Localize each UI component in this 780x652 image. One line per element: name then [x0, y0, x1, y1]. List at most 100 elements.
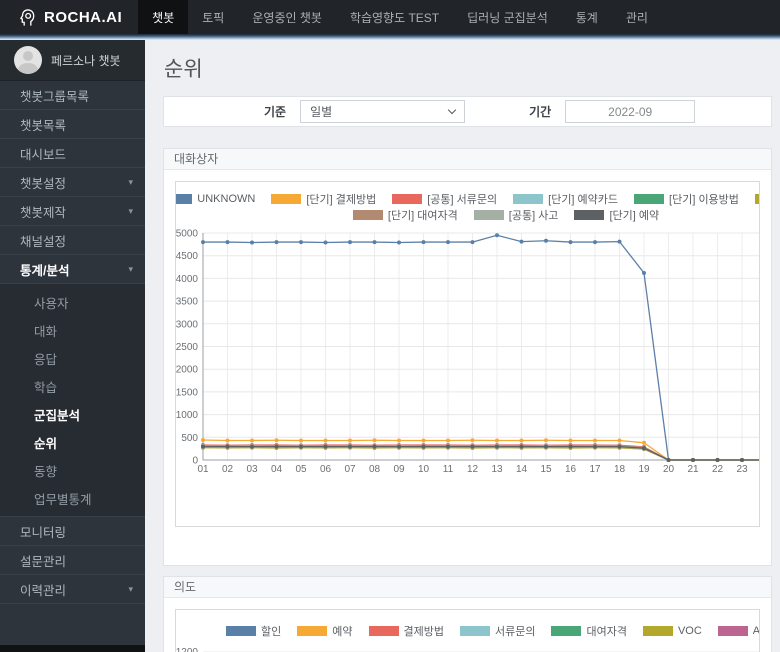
svg-text:19: 19 — [638, 464, 650, 475]
legend-item[interactable]: UNKNOWN — [176, 193, 255, 205]
sidebar-subitem[interactable]: 동향 — [0, 456, 145, 484]
brand-name: ROCHA.AI — [44, 8, 123, 26]
svg-text:1500: 1500 — [176, 387, 198, 398]
nav-menu-item[interactable]: 운영중인 챗봇 — [238, 0, 336, 34]
legend-item[interactable]: 서류문의 — [459, 623, 535, 639]
basis-select[interactable]: 일별 — [300, 100, 466, 123]
legend-swatch — [513, 194, 544, 204]
svg-text:14: 14 — [516, 464, 528, 475]
legend-item[interactable]: VOC — [642, 625, 702, 637]
legend-swatch — [368, 626, 399, 636]
nav-menu-item[interactable]: 챗봇 — [138, 0, 189, 34]
legend-item[interactable]: 결제방법 — [368, 623, 444, 639]
sidebar-menu-top: 챗봇그룹목록 ▾ 챗봇목록 ▾ 대시보드 ▾ 챗봇설정 ▾ 챗봇제작 ▾ — [0, 81, 145, 284]
sidebar-item[interactable]: 챗봇목록 ▾ — [0, 110, 145, 139]
legend-item[interactable]: [단기] 이용방법 — [634, 191, 739, 207]
nav-menu-item[interactable]: 통계 — [562, 0, 612, 34]
chevron-down-icon: ▾ — [128, 176, 133, 187]
legend-swatch — [176, 194, 193, 204]
sidebar-subitem[interactable]: 업무별통계 — [0, 484, 145, 512]
nav-menu-item[interactable]: 토픽 — [188, 0, 238, 34]
svg-text:3000: 3000 — [176, 319, 198, 330]
legend-item[interactable]: [단기] 결제방법 — [271, 191, 376, 207]
basis-label: 기준 — [264, 105, 287, 119]
period-label: 기간 — [529, 105, 552, 119]
period-input[interactable] — [565, 100, 696, 123]
chevron-down-icon: ▾ — [128, 583, 133, 594]
svg-text:02: 02 — [222, 464, 234, 475]
intent-panel-title: 의도 — [164, 577, 771, 598]
page-title: 순위 — [164, 58, 203, 81]
svg-text:4500: 4500 — [176, 251, 198, 262]
brand-logo[interactable]: ROCHA.AI — [0, 0, 138, 34]
sidebar-item[interactable]: 설문관리 ▾ — [0, 546, 145, 575]
top-navbar: ROCHA.AI 챗봇 토픽 운영중인 챗봇 학습영향도 TEST 딥러닝 군집… — [0, 0, 780, 34]
svg-text:5000: 5000 — [176, 229, 198, 240]
svg-text:06: 06 — [320, 464, 332, 475]
sidebar-item[interactable]: 챗봇그룹목록 ▾ — [0, 81, 145, 110]
chat-partner-panel: 대화상자 UNKNOWN [단기] 결제방법 [공통] 서류문의 [단기] 예약카드[… — [163, 148, 772, 566]
legend-swatch — [352, 210, 383, 220]
sidebar-footer-bar — [0, 645, 145, 652]
nav-menu-item[interactable]: 관리 — [612, 0, 662, 34]
nav-menu-item[interactable]: 학습영향도 TEST — [336, 0, 453, 34]
svg-text:13: 13 — [491, 464, 503, 475]
svg-text:18: 18 — [614, 464, 626, 475]
sidebar-item[interactable]: 챗봇제작 ▾ — [0, 197, 145, 226]
nav-menu: 챗봇 토픽 운영중인 챗봇 학습영향도 TEST 딥러닝 군집분석 통계 관리 — [138, 0, 662, 34]
legend-swatch — [226, 626, 256, 636]
legend-swatch — [392, 194, 423, 204]
legend-swatch — [297, 626, 328, 636]
sidebar-subitem[interactable]: 순위 — [0, 428, 145, 456]
sidebar-subitem[interactable]: 사용자 — [0, 288, 145, 316]
chart-legend: UNKNOWN [단기] 결제방법 [공통] 서류문의 [단기] 예약카드 [단기] 이… — [176, 191, 759, 223]
sidebar-item[interactable]: 대시보드 ▾ — [0, 139, 145, 168]
legend-item[interactable]: [단기] 대여자격 — [352, 207, 458, 223]
legend-swatch — [754, 194, 759, 204]
legend-swatch — [574, 210, 605, 220]
chevron-down-icon — [447, 105, 457, 115]
sidebar-item[interactable]: 채널설정 ▾ — [0, 226, 145, 255]
legend-swatch — [642, 626, 673, 636]
sidebar-item[interactable]: 이력관리 ▾ — [0, 575, 145, 604]
filter-bar: 기준 일별 기간 — [163, 96, 772, 127]
chevron-down-icon: ▾ — [128, 205, 133, 216]
sidebar-subitem[interactable]: 군집분석 — [0, 400, 145, 428]
svg-text:4000: 4000 — [176, 274, 198, 285]
legend-item[interactable]: AS — [717, 625, 759, 637]
chevron-down-icon: ▾ — [128, 263, 133, 274]
legend-item[interactable]: [단기] 예약카드 — [513, 191, 618, 207]
svg-text:10: 10 — [418, 464, 430, 475]
svg-text:17: 17 — [589, 464, 601, 475]
sidebar-subitem[interactable]: 대화 — [0, 316, 145, 344]
sidebar-subitem[interactable]: 학습 — [0, 372, 145, 400]
intent-chart: 할인 예약 결제방법 서류문의 대여자격 VOC A — [175, 609, 760, 652]
svg-text:01: 01 — [197, 464, 209, 475]
sidebar-item[interactable]: 모니터링 ▾ — [0, 517, 145, 546]
legend-item[interactable]: [공통] 사고 — [473, 207, 558, 223]
sidebar-item[interactable]: 챗봇설정 ▾ — [0, 168, 145, 197]
sidebar-subitem[interactable]: 응답 — [0, 344, 145, 372]
legend-swatch — [459, 626, 490, 636]
svg-text:21: 21 — [687, 464, 699, 475]
svg-text:16: 16 — [565, 464, 577, 475]
legend-swatch — [271, 194, 302, 204]
legend-item[interactable]: 할인 — [226, 623, 281, 639]
svg-text:1200: 1200 — [176, 647, 198, 652]
chat-partner-panel-title: 대화상자 — [164, 149, 771, 170]
legend-item[interactable]: 대여자격 — [551, 623, 627, 639]
accent-strip — [0, 34, 780, 40]
legend-item[interactable]: [장기] 계약내 — [754, 191, 759, 207]
svg-text:23: 23 — [736, 464, 748, 475]
rocha-head-icon — [18, 8, 37, 27]
svg-text:2000: 2000 — [176, 365, 198, 376]
legend-item[interactable]: [단기] 예약 — [574, 207, 659, 223]
legend-item[interactable]: 예약 — [297, 623, 353, 639]
legend-swatch — [717, 626, 748, 636]
sidebar-profile[interactable]: 페르소나 챗봇 — [0, 40, 145, 81]
legend-item[interactable]: [공통] 서류문의 — [392, 191, 497, 207]
nav-menu-item[interactable]: 딥러닝 군집분석 — [453, 0, 562, 34]
svg-text:500: 500 — [181, 433, 198, 444]
sidebar-item[interactable]: 통계/분석 ▾ — [0, 255, 145, 284]
line-chart-svg: 0500100015002000250030003500400045005000… — [176, 229, 759, 475]
